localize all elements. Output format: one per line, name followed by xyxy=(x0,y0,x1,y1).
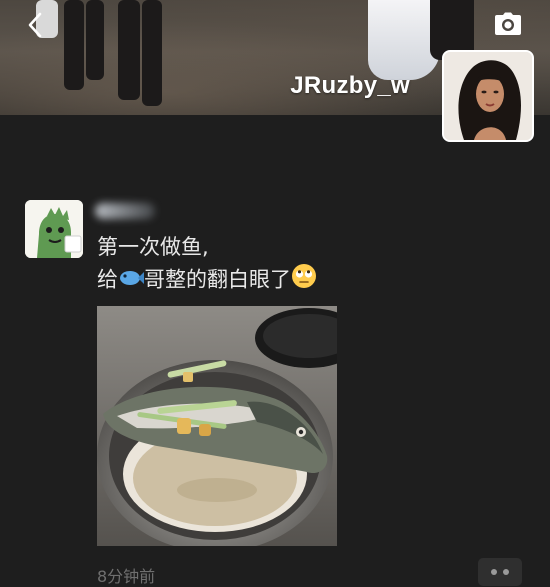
camera-button[interactable] xyxy=(494,12,522,36)
post-author-avatar[interactable] xyxy=(25,200,83,258)
dinosaur-avatar-icon xyxy=(25,200,83,258)
cover-figure xyxy=(118,0,140,100)
profile-avatar[interactable] xyxy=(442,50,534,142)
cover-figure xyxy=(64,0,84,90)
more-dots-icon xyxy=(503,569,509,575)
cover-figure xyxy=(142,0,162,106)
camera-icon xyxy=(495,12,521,35)
post-text-suffix: 哥整的翻白眼了 xyxy=(144,267,291,292)
post-text-prefix: 给 xyxy=(97,267,118,292)
profile-username[interactable]: JRuzby_w xyxy=(290,72,410,100)
post-text-line1: 第一次做鱼, xyxy=(97,235,209,259)
avatar-image xyxy=(444,52,532,140)
back-button[interactable] xyxy=(20,10,50,40)
eye-roll-emoji-icon xyxy=(291,263,317,298)
chevron-left-icon xyxy=(28,12,42,38)
fish-emoji-icon xyxy=(118,265,144,296)
post-text-line2: 给 哥整的翻白眼了 xyxy=(97,263,317,298)
more-actions-button[interactable] xyxy=(478,558,522,586)
cover-figure xyxy=(86,0,104,80)
post-timestamp: 8分钟前 xyxy=(97,567,156,586)
post-author-name-blurred[interactable] xyxy=(95,203,155,219)
post-text: 第一次做鱼, 给 哥整的翻白眼了 xyxy=(97,232,317,298)
post-photo-steamed-fish[interactable] xyxy=(97,306,337,546)
more-dots-icon xyxy=(491,569,497,575)
fish-photo xyxy=(97,306,337,546)
